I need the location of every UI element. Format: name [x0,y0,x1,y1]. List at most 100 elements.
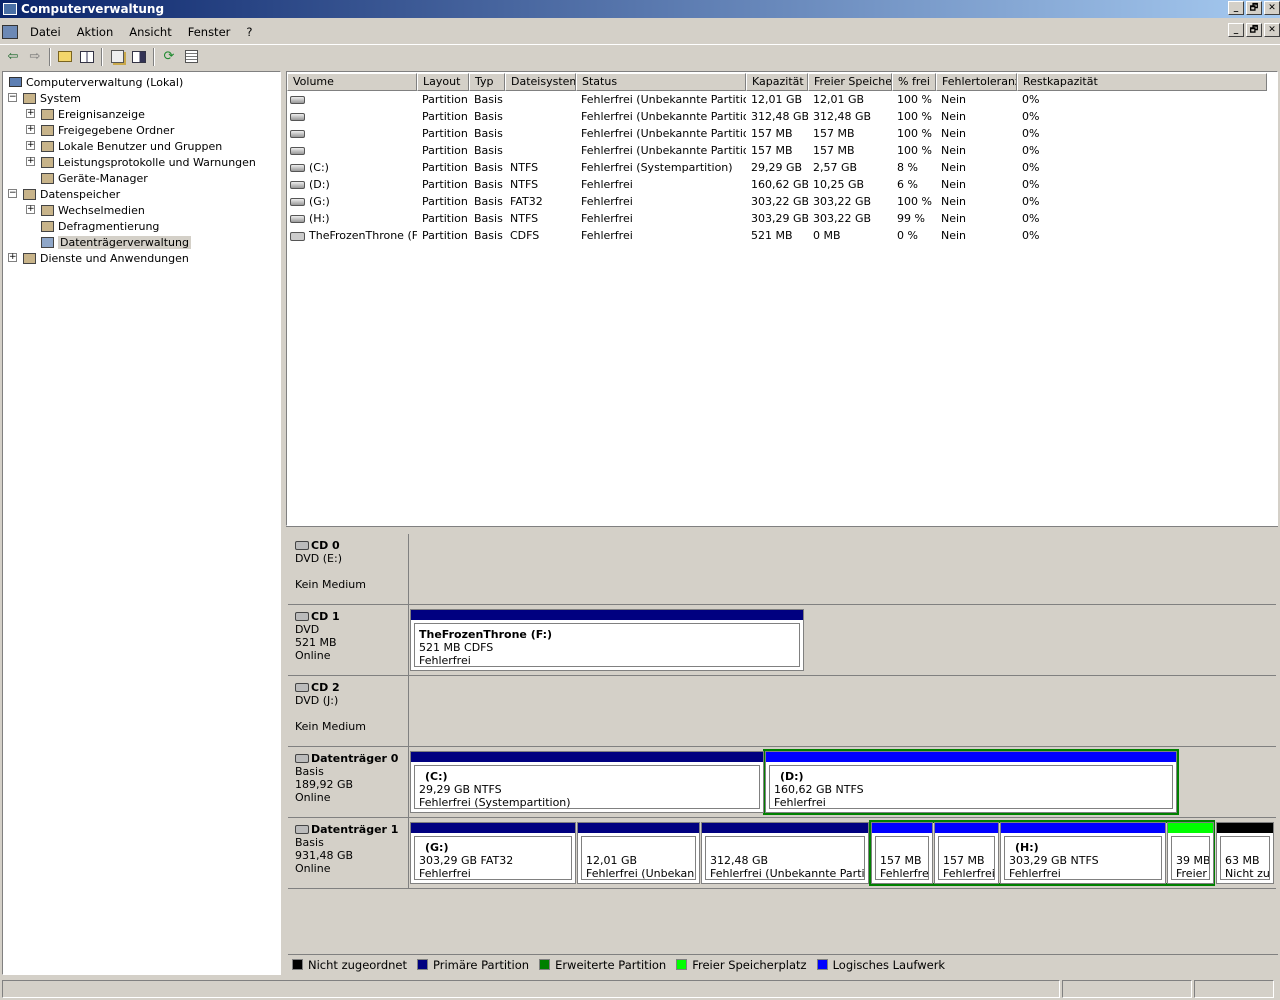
column-header[interactable]: Typ [469,73,505,91]
partition-block[interactable]: 312,48 GBFehlerfrei (Unbekannte Partitio… [701,822,869,884]
partition-block[interactable]: 39 MB Freier [1167,822,1214,884]
properties-button[interactable] [106,47,128,67]
volume-cell: 0 MB [813,229,841,242]
legend-label: Primäre Partition [433,957,530,972]
child-minimize-button[interactable]: _ [1228,23,1244,37]
volume-row[interactable]: Partition Basis Fehlerfrei (Unbekannte Par… [287,91,1267,108]
disk-info[interactable]: Datenträger 0 Basis 189,92 GB Online [288,747,409,817]
tree-item[interactable]: + Ereignisanzeige [26,106,145,122]
tree-item[interactable]: Geräte-Manager [39,170,148,186]
tree-item[interactable]: + Dienste und Anwendungen [8,250,189,266]
volume-row[interactable]: Partition Basis Fehlerfrei (Unbekannte Par… [287,108,1267,125]
volume-cell: 312,48 GB [813,110,872,123]
column-header[interactable]: % frei [892,73,936,91]
partition-block[interactable]: 63 MBNicht zug [1216,822,1274,884]
volume-cell: Partition [422,93,468,106]
tree-item[interactable]: + Lokale Benutzer und Gruppen [26,138,222,154]
column-header[interactable]: Volume [287,73,417,91]
partition-block[interactable]: (H:) 303,29 GB NTFS Fehlerfrei [1000,822,1166,884]
volume-cell: 312,48 GB [751,110,808,123]
partition-block[interactable]: TheFrozenThrone (F:) 521 MB CDFS Fehlerfre… [410,609,804,671]
tree-item[interactable]: + Leistungsprotokolle und Warnungen [26,154,256,170]
refresh-button[interactable]: ⟳ [158,47,180,67]
menu-datei[interactable]: Datei [22,25,69,39]
expand-icon[interactable]: + [26,157,35,166]
column-header[interactable]: Fehlertoleranz [936,73,1017,91]
partition-block[interactable]: (G:) 303,29 GB FAT32 Fehlerfrei [410,822,576,884]
forward-button[interactable]: ⇨ [24,47,46,67]
volume-cell: 157 MB [751,144,793,157]
disk-info[interactable]: CD 2 DVD (J:) Kein Medium [288,676,409,746]
volume-row[interactable]: Partition Basis Fehlerfrei (Unbekannte Par… [287,125,1267,142]
legend-swatch [539,959,551,970]
device-manager-icon [39,171,55,185]
disk-info[interactable]: Datenträger 1 Basis 931,48 GB Online [288,818,409,888]
partition-block[interactable]: 157 MB Fehlerfrei [871,822,933,884]
expand-icon[interactable]: + [26,125,35,134]
column-header[interactable]: Layout [417,73,469,91]
legend: Nicht zugeordnet Primäre Partition Erweite… [288,954,1278,974]
column-header[interactable]: Freier Speicher [808,73,892,91]
expand-icon[interactable]: + [8,253,17,262]
partition-size: 12,01 GB [586,854,638,867]
disk-info[interactable]: CD 0 DVD (E:) Kein Medium [288,534,409,604]
partition-block[interactable]: (C:) 29,29 GB NTFS Fehlerfrei (Systemparti… [410,751,764,813]
minimize-button[interactable]: _ [1228,1,1244,15]
local-users-icon [39,139,55,153]
child-close-button[interactable]: ✕ [1264,23,1280,37]
column-header[interactable]: Kapazität [746,73,808,91]
volume-row[interactable]: Partition Basis Fehlerfrei (Unbekannte Par… [287,142,1267,159]
tree-item[interactable]: Datenträgerverwaltung [39,234,191,250]
restore-button[interactable]: 🗗 [1246,1,1262,15]
column-header[interactable]: Status [576,73,746,91]
mmc-document-icon[interactable] [2,25,18,39]
tree-item[interactable]: + Wechselmedien [26,202,145,218]
volume-row[interactable]: (H:) Partition Basis NTFS Fehlerfrei 303,29 G… [287,210,1267,227]
partition-block[interactable]: 12,01 GBFehlerfrei (Unbekannte [577,822,700,884]
show-hide-tree-button[interactable] [76,47,98,67]
partition-block[interactable]: (D:) 160,62 GB NTFS Fehlerfrei [765,751,1177,813]
tree-item[interactable]: Defragmentierung [39,218,159,234]
collapse-icon[interactable]: − [8,189,17,198]
expand-icon[interactable]: + [26,109,35,118]
tree-root[interactable]: Computerverwaltung (Lokal) [7,74,183,90]
tree-item[interactable]: + Freigegebene Ordner [26,122,174,138]
volume-row[interactable]: (G:) Partition Basis FAT32 Fehlerfrei 303,22 … [287,193,1267,210]
volume-row[interactable]: TheFrozenThrone (F:) Partition Basis CDFS Fe… [287,227,1267,244]
column-header[interactable]: Dateisystem [505,73,576,91]
expand-icon[interactable]: + [26,205,35,214]
partition-size: 312,48 GB [710,854,769,867]
partition-details: (C:) 29,29 GB NTFS Fehlerfrei (Systemparti… [414,765,760,809]
collapse-icon[interactable]: − [8,93,17,102]
volume-cell: 0% [1022,178,1040,191]
hard-drive-icon [290,164,305,172]
volume-cell: FAT32 [510,195,543,208]
performance-logs-icon [39,155,55,169]
disk-map: CD 0 DVD (E:) Kein Medium CD 1 DVD 521 MB Onli… [286,534,1278,975]
close-button[interactable]: ✕ [1264,1,1280,15]
disk-info-line: Online [295,862,331,875]
legend-label: Freier Speicherplatz [692,957,807,972]
menu-fenster[interactable]: Fenster [180,25,239,39]
disk-name-text: CD 1 [311,610,340,623]
partition-block[interactable]: 157 MBFehlerfrei ( [934,822,999,884]
help-button[interactable] [128,47,150,67]
volume-row[interactable]: (D:) Partition Basis NTFS Fehlerfrei 160,62 G… [287,176,1267,193]
volume-cell [287,127,417,140]
volume-row[interactable]: (C:) Partition Basis NTFS Fehlerfrei (System… [287,159,1267,176]
child-restore-button[interactable]: 🗗 [1246,23,1262,37]
up-button[interactable] [54,47,76,67]
column-header[interactable]: Restkapazität [1017,73,1267,91]
disk-info[interactable]: CD 1 DVD 521 MB Online [288,605,409,675]
horizontal-splitter[interactable] [286,526,1278,534]
tree-item[interactable]: − System [8,90,81,106]
menu-aktion[interactable]: Aktion [69,25,122,39]
expand-icon[interactable]: + [26,141,35,150]
volume-cell: (G:) [287,195,417,208]
tree-item[interactable]: − Datenspeicher [8,186,120,202]
back-button[interactable]: ⇦ [2,47,24,67]
export-button[interactable] [180,47,202,67]
menu-ansicht[interactable]: Ansicht [121,25,179,39]
menu-help[interactable]: ? [238,25,260,39]
event-viewer-icon [39,107,55,121]
